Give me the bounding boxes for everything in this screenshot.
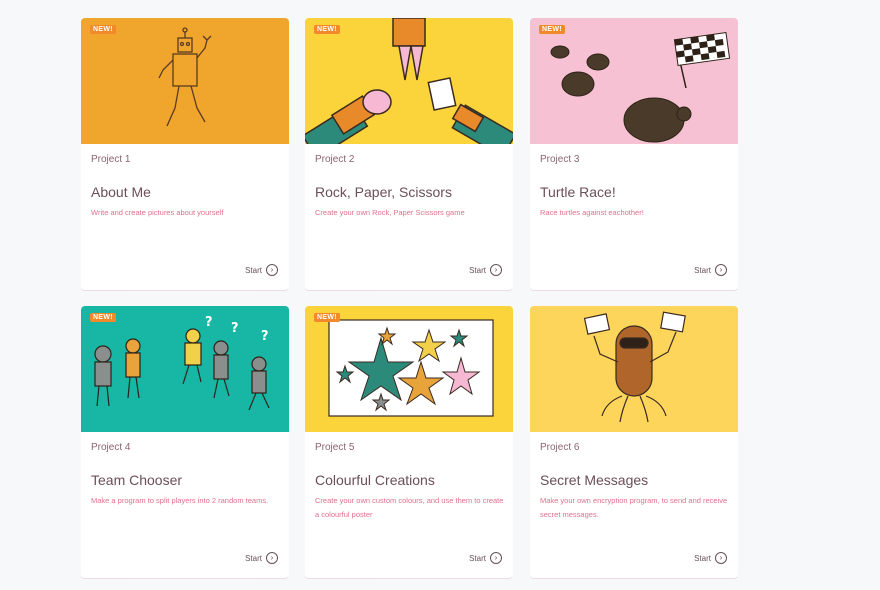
- project-description: Create your own Rock, Paper Scissors gam…: [315, 208, 465, 217]
- project-card-4[interactable]: ??? NEW! Project 4 Team Chooser Make a p…: [81, 306, 289, 579]
- chevron-circle-right-icon: ›: [266, 264, 278, 276]
- start-label: Start: [245, 265, 262, 275]
- team-chooser-illustration: ???: [94, 315, 270, 411]
- start-button[interactable]: Start ›: [694, 264, 727, 276]
- new-badge: NEW!: [90, 313, 116, 322]
- project-card-1[interactable]: NEW! Project 1 About Me Write and create…: [81, 18, 289, 291]
- start-label: Start: [469, 553, 486, 563]
- start-label: Start: [245, 553, 262, 563]
- project-title[interactable]: About Me: [91, 184, 151, 200]
- project-number: Project 1: [91, 154, 131, 165]
- project-description: Write and create pictures about yourself: [91, 208, 224, 217]
- project-description: Make your own encryption program, to sen…: [540, 496, 728, 519]
- svg-text:?: ?: [205, 315, 213, 330]
- project-title[interactable]: Rock, Paper, Scissors: [315, 184, 452, 200]
- start-label: Start: [694, 553, 711, 563]
- project-number: Project 2: [315, 154, 355, 165]
- secret-messages-illustration: [583, 311, 686, 423]
- start-label: Start: [694, 265, 711, 275]
- project-card-5[interactable]: NEW! Project 5 Colourful Creations Creat…: [305, 306, 513, 579]
- project-title[interactable]: Turtle Race!: [540, 184, 616, 200]
- new-badge: NEW!: [314, 25, 340, 34]
- chevron-circle-right-icon: ›: [715, 264, 727, 276]
- project-number: Project 6: [540, 442, 580, 453]
- project-banner-1: NEW!: [81, 18, 289, 144]
- new-badge: NEW!: [314, 313, 340, 322]
- start-button[interactable]: Start ›: [245, 264, 278, 276]
- new-badge: NEW!: [539, 25, 565, 34]
- envelope-icon: [583, 313, 611, 335]
- project-title[interactable]: Secret Messages: [540, 472, 648, 488]
- project-description: Make a program to split players into 2 r…: [91, 496, 269, 505]
- chevron-circle-right-icon: ›: [266, 552, 278, 564]
- turtle-race-illustration: [550, 31, 731, 143]
- project-title[interactable]: Team Chooser: [91, 472, 182, 488]
- svg-text:?: ?: [231, 321, 239, 336]
- start-button[interactable]: Start ›: [694, 552, 727, 564]
- checkered-flag-icon: [673, 31, 731, 89]
- project-card-3[interactable]: NEW! Project 3 Turtle Race! Race turtles…: [530, 18, 738, 291]
- project-card-6[interactable]: Project 6 Secret Messages Make your own …: [530, 306, 738, 579]
- project-number: Project 5: [315, 442, 355, 453]
- question-mark-icon: ???: [205, 315, 269, 344]
- chevron-circle-right-icon: ›: [715, 552, 727, 564]
- start-label: Start: [469, 265, 486, 275]
- project-banner-5: NEW!: [305, 306, 513, 432]
- new-badge: NEW!: [90, 25, 116, 34]
- rock-paper-scissors-illustration: [305, 18, 513, 144]
- start-button[interactable]: Start ›: [469, 552, 502, 564]
- project-number: Project 3: [540, 154, 580, 165]
- envelope-icon: [660, 311, 686, 333]
- project-banner-3: NEW!: [530, 18, 738, 144]
- chevron-circle-right-icon: ›: [490, 264, 502, 276]
- start-button[interactable]: Start ›: [469, 264, 502, 276]
- start-button[interactable]: Start ›: [245, 552, 278, 564]
- project-title[interactable]: Colourful Creations: [315, 472, 435, 488]
- robot-illustration: [158, 27, 212, 127]
- project-banner-4: ??? NEW!: [81, 306, 289, 432]
- chevron-circle-right-icon: ›: [490, 552, 502, 564]
- project-description: Create your own custom colours, and use …: [315, 496, 504, 519]
- project-banner-2: NEW!: [305, 18, 513, 144]
- project-number: Project 4: [91, 442, 131, 453]
- svg-text:?: ?: [261, 329, 269, 344]
- star-poster-illustration: [328, 319, 494, 417]
- project-description: Race turtles against eachother!: [540, 208, 644, 217]
- project-banner-6: [530, 306, 738, 432]
- project-card-2[interactable]: NEW! Project 2 Rock, Paper, Scissors Cre…: [305, 18, 513, 291]
